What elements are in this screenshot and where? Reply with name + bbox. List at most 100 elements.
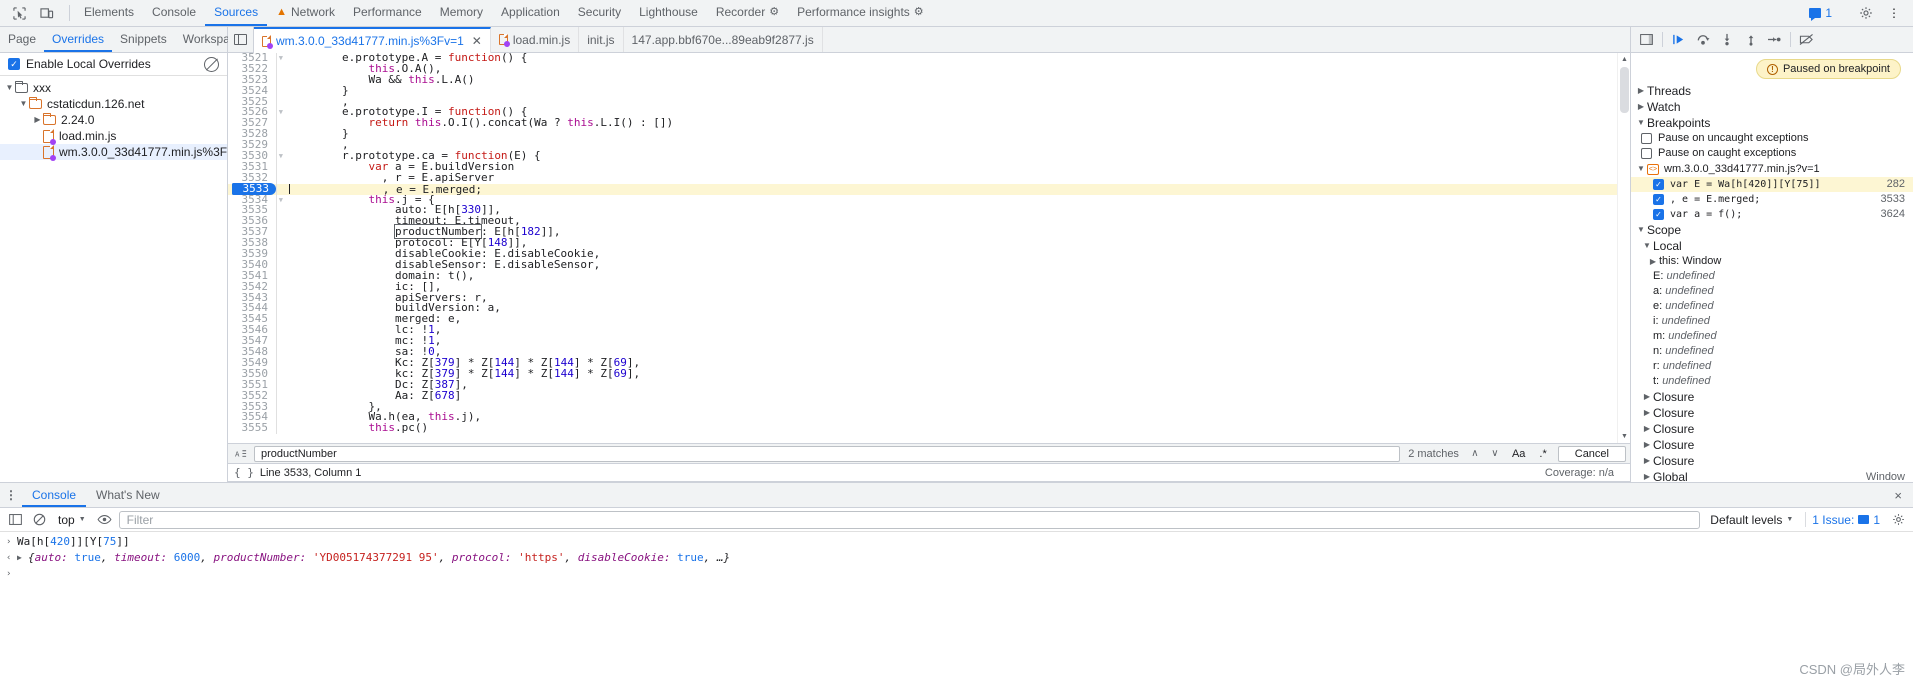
tree-row-version[interactable]: ▶ 2.24.0 <box>0 112 227 128</box>
tree-row-cstaticdun[interactable]: ▼ cstaticdun.126.net <box>0 96 227 112</box>
scope-var-row[interactable]: m: undefined <box>1631 329 1913 344</box>
sidebar-toggle-icon[interactable] <box>5 510 25 530</box>
step-into-icon[interactable] <box>1715 29 1738 51</box>
code-line[interactable]: 3528 } <box>228 128 1617 141</box>
nav-tab-overrides[interactable]: Overrides <box>44 27 113 52</box>
code-line[interactable]: 3533 , e = E.merged; <box>228 182 1617 195</box>
issues-badge[interactable]: 1 Issue: 1 <box>1812 513 1884 527</box>
console-filter-input[interactable]: Filter <box>118 510 1701 529</box>
tab-lighthouse[interactable]: Lighthouse <box>630 0 707 26</box>
breakpoint-checkbox[interactable]: ✓ <box>1653 179 1664 190</box>
breakpoint-file-row[interactable]: ▼ <> wm.3.0.0_33d41777.min.js?v=1 <box>1631 161 1913 177</box>
tab-performance-insights[interactable]: Performance insights ⚙ <box>788 0 933 26</box>
breakpoint-checkbox[interactable]: ✓ <box>1653 209 1664 220</box>
message-count-badge[interactable]: 1 <box>1803 6 1838 21</box>
code-line[interactable]: 3554 Wa.h(ea, this.j), <box>228 411 1617 424</box>
scope-var-row[interactable]: n: undefined <box>1631 344 1913 359</box>
drawer-tab-whats-new[interactable]: What's New <box>86 483 170 507</box>
toggle-debugger-sidebar-icon[interactable] <box>1635 29 1658 51</box>
scope-closure-row[interactable]: ▶ Closure <box>1631 421 1913 437</box>
scope-closure-row[interactable]: ▶ Closure <box>1631 405 1913 421</box>
step-out-icon[interactable] <box>1739 29 1762 51</box>
tree-row-wm-min-js[interactable]: wm.3.0.0_33d41777.min.js%3Fv=1 <box>0 144 227 161</box>
code-content[interactable]: 3521 ▼ e.prototype.A = function() {3522 t… <box>228 53 1617 443</box>
chevron-right-icon[interactable]: ▶ <box>1647 254 1659 269</box>
tab-application[interactable]: Application <box>492 0 569 26</box>
device-toolbar-icon[interactable] <box>34 1 60 25</box>
source-tab-147-app-js[interactable]: 147.app.bbf670e...89eab9f2877.js <box>624 27 823 52</box>
enable-overrides-label[interactable]: Enable Local Overrides <box>26 57 151 71</box>
match-case-button[interactable]: Aa <box>1507 448 1530 460</box>
scope-var-row[interactable]: t: undefined <box>1631 374 1913 389</box>
step-over-icon[interactable] <box>1691 29 1714 51</box>
toggle-navigator-icon[interactable] <box>228 27 254 52</box>
console-messages[interactable]: › Wa[h[420]][Y[75]] ‹ ▶{auto: true, timeout… <box>0 532 1913 682</box>
eye-icon[interactable] <box>95 510 115 530</box>
expand-triangle-icon[interactable]: ▶ <box>17 550 28 566</box>
tab-memory[interactable]: Memory <box>431 0 492 26</box>
scope-local[interactable]: ▼ Local <box>1631 238 1913 254</box>
section-breakpoints[interactable]: ▼ Breakpoints <box>1631 115 1913 131</box>
log-level-selector[interactable]: Default levels ▼ <box>1704 513 1799 527</box>
code-line[interactable]: 3527 return this.O.I().concat(Wa ? this.… <box>228 117 1617 130</box>
breakpoint-row[interactable]: ✓ , e = E.merged; 3533 <box>1631 192 1913 207</box>
console-output-row[interactable]: ‹ ▶{auto: true, timeout: 6000, productNum… <box>0 550 1913 566</box>
tree-row-load-min-js[interactable]: load.min.js <box>0 128 227 145</box>
twisty-icon[interactable]: ▼ <box>18 96 29 112</box>
resume-script-icon[interactable] <box>1667 29 1690 51</box>
tab-console[interactable]: Console <box>143 0 205 26</box>
scope-closure-row[interactable]: ▶ Closure <box>1631 437 1913 453</box>
close-drawer-icon[interactable]: × <box>1889 488 1907 503</box>
clear-configuration-icon[interactable] <box>204 57 219 72</box>
section-threads[interactable]: ▶ Threads <box>1631 83 1913 99</box>
enable-overrides-checkbox[interactable]: ✓ <box>8 58 20 70</box>
tab-performance[interactable]: Performance <box>344 0 431 26</box>
gear-icon[interactable] <box>1853 1 1879 25</box>
editor-scrollbar[interactable]: ▲ ▼ <box>1617 53 1630 443</box>
more-options-icon[interactable]: ⋮ <box>1881 1 1907 25</box>
scroll-down-icon[interactable]: ▼ <box>1620 432 1629 441</box>
drawer-more-options-icon[interactable]: ⋮ <box>0 483 22 507</box>
scope-var-row[interactable]: E: undefined <box>1631 269 1913 284</box>
pause-uncaught-checkbox[interactable] <box>1641 133 1652 144</box>
drawer-tab-console[interactable]: Console <box>22 483 87 507</box>
scroll-up-icon[interactable]: ▲ <box>1620 55 1629 64</box>
search-input[interactable]: productNumber <box>254 445 1401 462</box>
breakpoint-row[interactable]: ✓ var E = Wa[h[420]][Y[75]] 282 <box>1631 177 1913 192</box>
tab-network[interactable]: ▲ Network <box>267 0 344 26</box>
code-editor[interactable]: 3521 ▼ e.prototype.A = function() {3522 t… <box>228 53 1630 443</box>
section-watch[interactable]: ▶ Watch <box>1631 99 1913 115</box>
inspect-element-icon[interactable] <box>6 1 32 25</box>
nav-tab-snippets[interactable]: Snippets <box>112 27 175 52</box>
close-icon[interactable]: ✕ <box>472 35 482 47</box>
deactivate-breakpoints-icon[interactable] <box>1795 29 1818 51</box>
scope-global-row[interactable]: ▶ Global Window <box>1631 469 1913 482</box>
tab-elements[interactable]: Elements <box>75 0 143 26</box>
scope-var-row[interactable]: r: undefined <box>1631 359 1913 374</box>
cancel-button[interactable]: Cancel <box>1557 445 1626 462</box>
source-tab-init-js[interactable]: init.js <box>579 27 624 52</box>
scope-var-row[interactable]: i: undefined <box>1631 314 1913 329</box>
fold-icon[interactable]: ▼ <box>279 195 283 206</box>
line-number[interactable]: 3555 <box>228 422 276 434</box>
scope-var-row[interactable]: a: undefined <box>1631 284 1913 299</box>
code-line[interactable]: 3555 this.pc() <box>228 422 1617 435</box>
pause-caught-exceptions-row[interactable]: Pause on caught exceptions <box>1631 146 1913 161</box>
search-prev-icon[interactable]: ∧ <box>1467 448 1483 459</box>
scope-this-row[interactable]: ▶ this: Window <box>1631 254 1913 269</box>
scrollbar-thumb[interactable] <box>1620 67 1629 113</box>
scope-closure-row[interactable]: ▶ Closure <box>1631 389 1913 405</box>
code-line[interactable]: 3523 Wa && this.L.A() <box>228 74 1617 86</box>
console-input-row[interactable]: › Wa[h[420]][Y[75]] <box>0 534 1913 550</box>
clear-console-icon[interactable] <box>29 510 49 530</box>
fold-icon[interactable]: ▼ <box>279 151 283 162</box>
tab-recorder[interactable]: Recorder ⚙ <box>707 0 788 26</box>
tab-sources[interactable]: Sources <box>205 0 268 26</box>
scope-var-row[interactable]: e: undefined <box>1631 299 1913 314</box>
source-tab-load-min-js[interactable]: load.min.js <box>491 27 580 52</box>
pause-uncaught-exceptions-row[interactable]: Pause on uncaught exceptions <box>1631 131 1913 146</box>
breakpoint-row[interactable]: ✓ var a = f(); 3624 <box>1631 207 1913 222</box>
tab-security[interactable]: Security <box>569 0 630 26</box>
pause-caught-checkbox[interactable] <box>1641 148 1652 159</box>
pretty-print-icon[interactable]: { } <box>234 466 254 479</box>
